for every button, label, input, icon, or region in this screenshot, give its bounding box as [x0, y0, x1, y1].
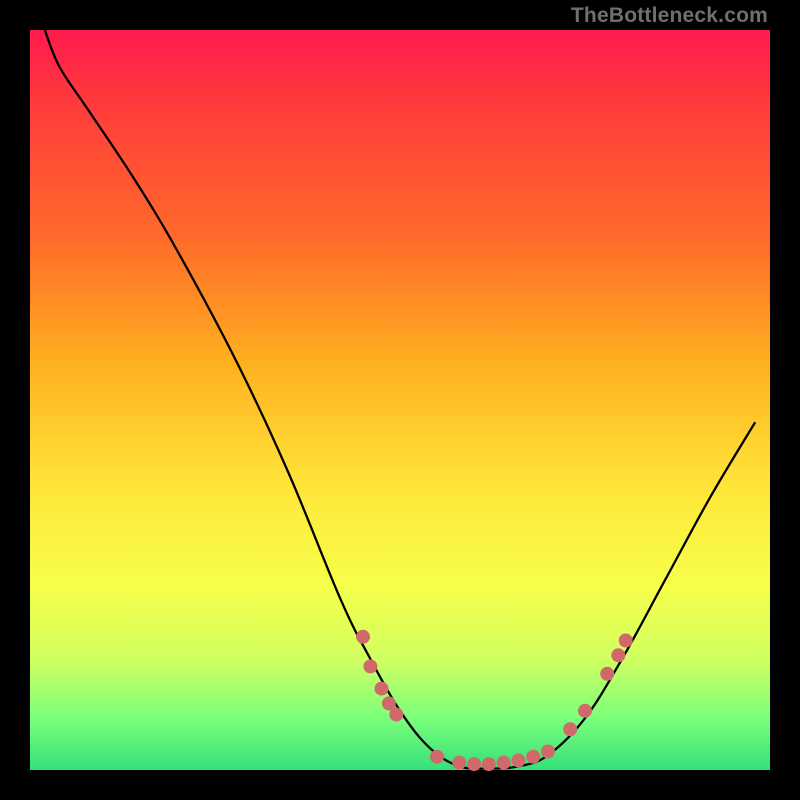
attribution-label: TheBottleneck.com [571, 4, 768, 28]
scatter-dot [511, 753, 525, 767]
plot-area [30, 30, 770, 770]
scatter-dot [600, 667, 614, 681]
scatter-dot [526, 750, 540, 764]
scatter-dot [363, 659, 377, 673]
scatter-dot [541, 745, 555, 759]
scatter-dot [389, 708, 403, 722]
scatter-dot [452, 756, 466, 770]
scatter-dot [430, 750, 444, 764]
scatter-dot [467, 757, 481, 771]
scatter-dot [497, 756, 511, 770]
scatter-dots [356, 630, 633, 771]
bottleneck-curve [45, 30, 755, 769]
scatter-dot [619, 634, 633, 648]
scatter-dot [356, 630, 370, 644]
scatter-dot [611, 648, 625, 662]
scatter-dot [578, 704, 592, 718]
scatter-dot [563, 722, 577, 736]
scatter-dot [375, 682, 389, 696]
chart-svg [30, 30, 770, 770]
chart-stage: TheBottleneck.com [0, 0, 800, 800]
scatter-dot [482, 757, 496, 771]
